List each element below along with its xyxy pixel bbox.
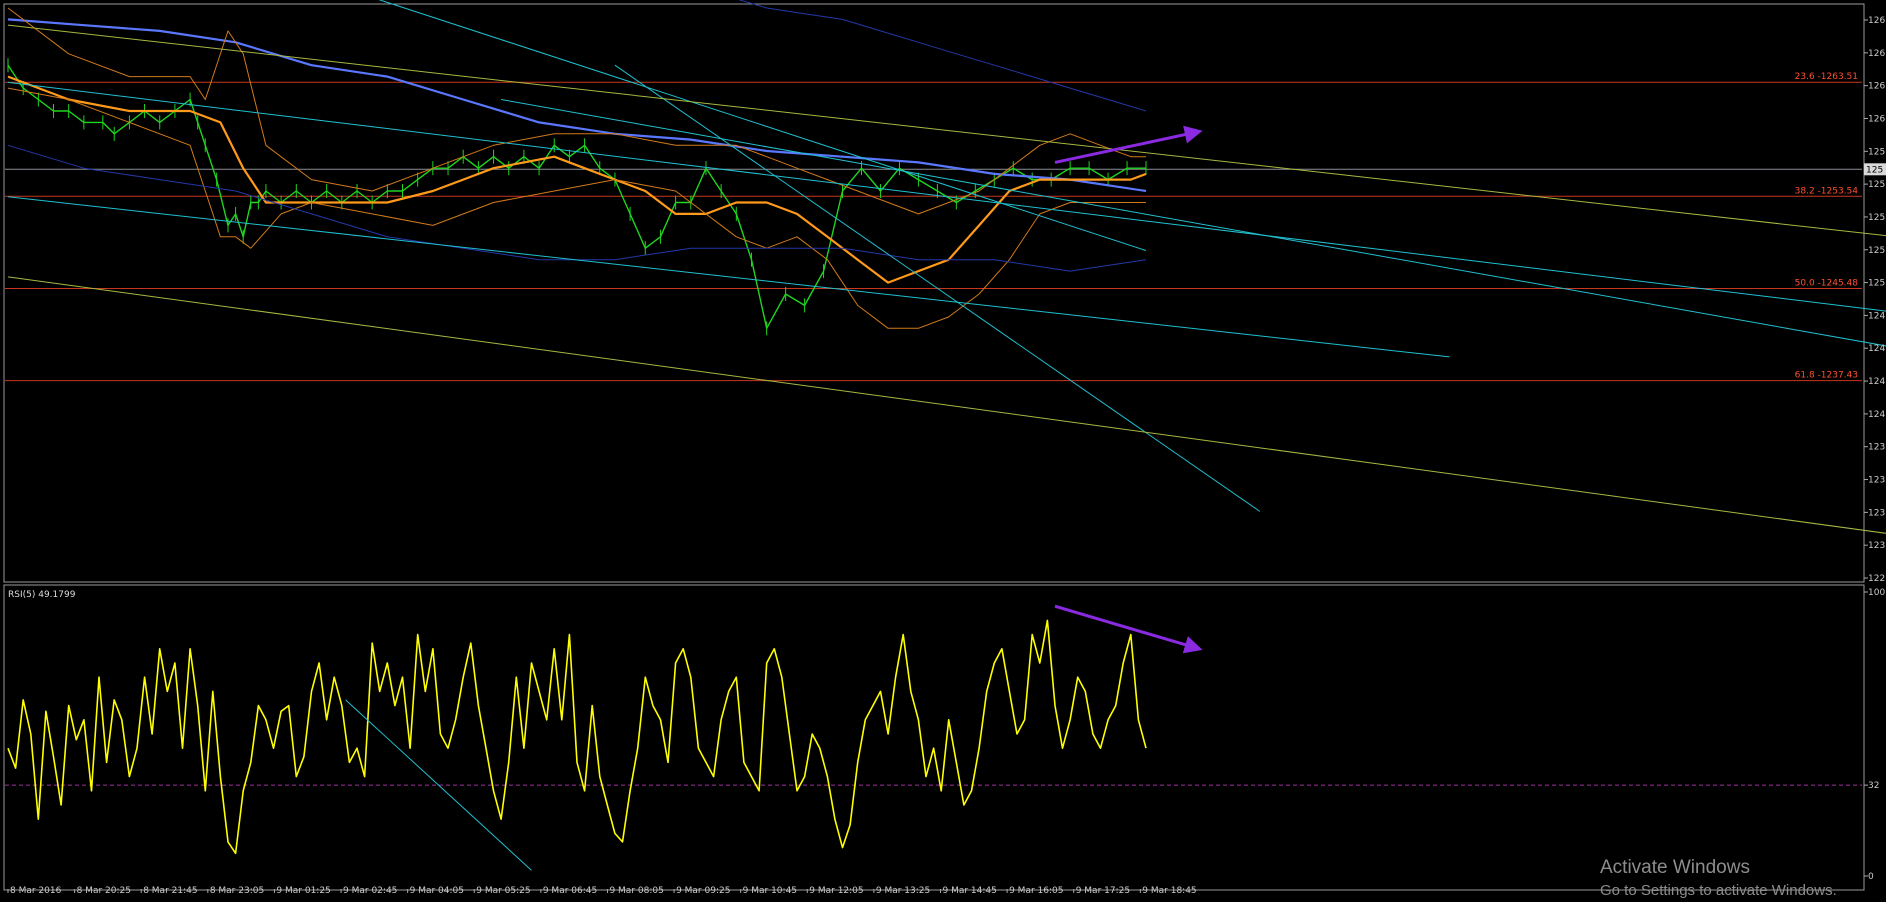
time-tick-label: 9 Mar 14:45 bbox=[942, 886, 996, 894]
price-tick-label: 122 bbox=[1868, 574, 1885, 584]
price-tick-label: 123 bbox=[1868, 508, 1885, 518]
time-tick-label: 9 Mar 09:25 bbox=[676, 886, 730, 894]
price-panel-frame bbox=[3, 3, 1865, 583]
price-tick-label: 125 bbox=[1868, 147, 1885, 157]
price-tick-label: 125 bbox=[1868, 213, 1885, 223]
price-tick-label: 123 bbox=[1868, 541, 1885, 551]
price-tick-label: 124 bbox=[1868, 410, 1885, 420]
time-tick-label: 9 Mar 17:25 bbox=[1076, 886, 1130, 894]
fib-level-label: 50.0 -1245.48 bbox=[1795, 279, 1859, 289]
price-tick-label: 126 bbox=[1868, 114, 1885, 124]
watermark-title: Activate Windows bbox=[1600, 857, 1750, 878]
fib-level-label: 61.8 -1237.43 bbox=[1795, 371, 1858, 381]
rsi-panel-frame bbox=[3, 584, 1865, 891]
time-tick-label: 9 Mar 08:05 bbox=[609, 886, 663, 894]
time-tick-label: 9 Mar 18:45 bbox=[1142, 886, 1196, 894]
time-tick-label: 9 Mar 04:05 bbox=[410, 886, 464, 894]
watermark-subtitle: Go to Settings to activate Windows. bbox=[1600, 882, 1837, 899]
fib-level-label: 38.2 -1253.54 bbox=[1795, 186, 1859, 196]
rsi-axis: 100 32 0 bbox=[1864, 588, 1885, 882]
price-axis: 126 126 126 126 125 125 125 125 125 124 124 124 124 1… bbox=[1864, 16, 1886, 584]
time-tick-label: 9 Mar 01:25 bbox=[276, 886, 330, 894]
rsi-tick-label: 100 bbox=[1868, 588, 1885, 598]
rsi-tick-label: 0 bbox=[1868, 872, 1874, 882]
rsi-panel: RSI(5) 49.1799 100 32 0 bbox=[3, 584, 1885, 891]
time-tick-label: 9 Mar 06:45 bbox=[543, 886, 597, 894]
time-tick-label: 9 Mar 13:25 bbox=[876, 886, 930, 894]
fib-level-label: 23.6 -1263.51 bbox=[1795, 72, 1858, 82]
price-tick-label: 125 bbox=[1868, 279, 1885, 289]
price-tick-label: 124 bbox=[1868, 377, 1885, 387]
time-tick-label: 8 Mar 21:45 bbox=[143, 886, 197, 894]
rsi-tick-label: 32 bbox=[1868, 781, 1879, 791]
price-tick-label: 124 bbox=[1868, 344, 1885, 354]
time-tick-label: 9 Mar 10:45 bbox=[743, 886, 797, 894]
price-panel: 23.6 -1263.51 38.2 -1253.54 50.0 -1245.48 6… bbox=[3, 0, 1886, 584]
trading-chart: 23.6 -1263.51 38.2 -1253.54 50.0 -1245.48 6… bbox=[3, 0, 1886, 894]
rsi-label: RSI(5) 49.1799 bbox=[8, 590, 76, 600]
price-tick-label: 125 bbox=[1868, 180, 1885, 190]
time-tick-label: 9 Mar 02:45 bbox=[343, 886, 397, 894]
price-tick-label: 126 bbox=[1868, 49, 1885, 59]
time-tick-label: 9 Mar 05:25 bbox=[476, 886, 530, 894]
time-tick-label: 8 Mar 2016 bbox=[10, 886, 62, 894]
price-tick-label: 126 bbox=[1868, 16, 1885, 26]
time-tick-label: 9 Mar 16:05 bbox=[1009, 886, 1063, 894]
price-tick-label: 123 bbox=[1868, 476, 1885, 486]
time-tick-label: 8 Mar 20:25 bbox=[77, 886, 131, 894]
time-tick-label: 9 Mar 12:05 bbox=[809, 886, 863, 894]
current-price-label: 125 bbox=[1866, 165, 1883, 175]
price-tick-label: 126 bbox=[1868, 82, 1885, 92]
price-tick-label: 124 bbox=[1868, 311, 1885, 321]
price-tick-label: 123 bbox=[1868, 443, 1885, 453]
activate-windows-watermark: Activate Windows Go to Settings to activ… bbox=[1600, 856, 1837, 902]
time-tick-label: 8 Mar 23:05 bbox=[210, 886, 264, 894]
price-tick-label: 125 bbox=[1868, 246, 1885, 256]
